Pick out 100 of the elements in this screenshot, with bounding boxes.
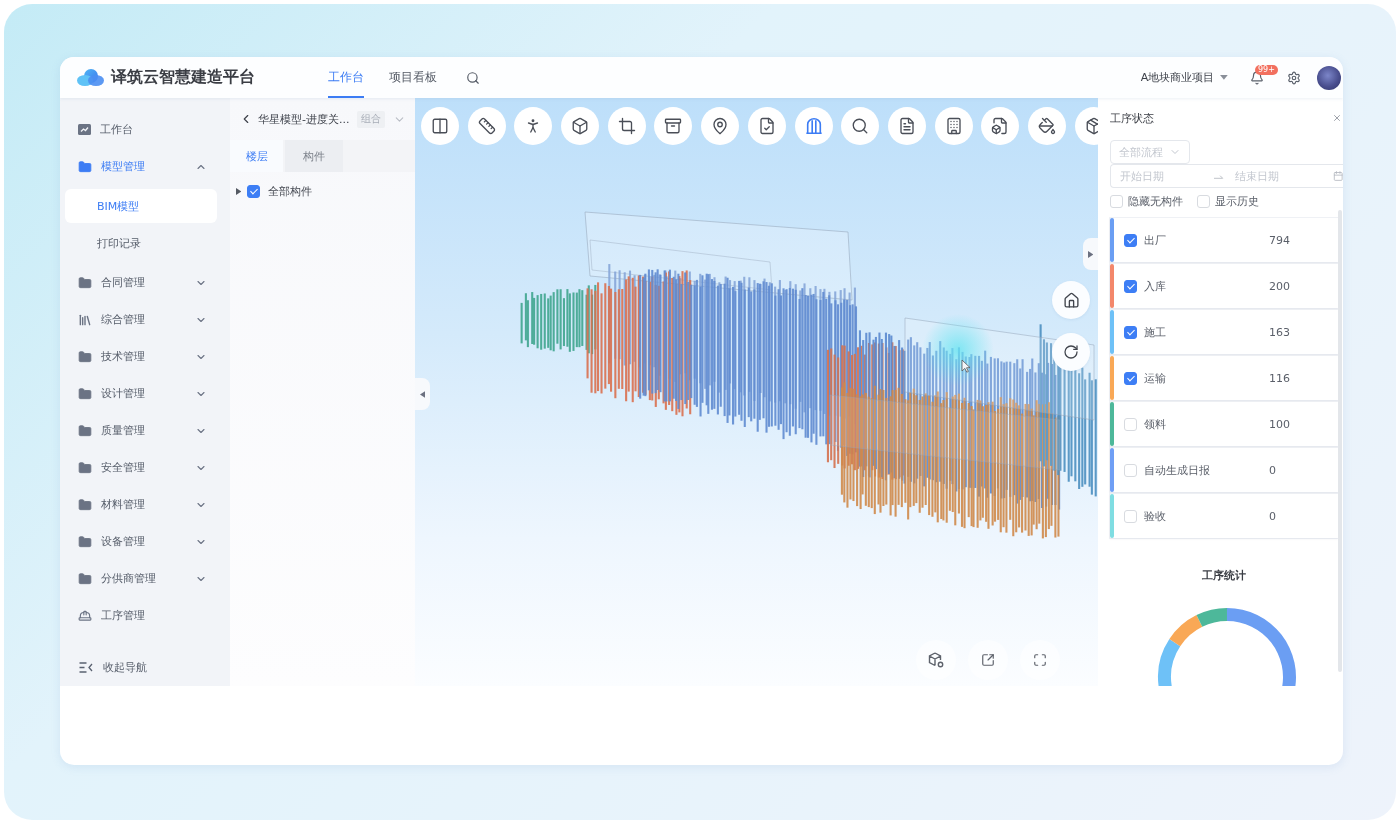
caret-right-icon[interactable] <box>236 187 242 195</box>
tab[interactable]: 构件 <box>285 140 343 172</box>
folder-icon <box>78 571 92 586</box>
expand-handle[interactable] <box>1083 238 1098 270</box>
tool-button[interactable] <box>841 107 880 145</box>
pointer-icon <box>961 359 971 373</box>
status-label: 施工 <box>1144 324 1167 340</box>
arch-icon <box>804 117 823 135</box>
search-icon[interactable] <box>466 70 480 85</box>
checkbox[interactable] <box>247 184 261 198</box>
document-icon <box>897 117 916 135</box>
folder-icon <box>78 159 92 174</box>
nav-item[interactable]: 工序管理 <box>60 597 230 634</box>
status-label: 出厂 <box>1144 232 1167 248</box>
tool-button[interactable] <box>887 107 926 145</box>
cube-gear-icon <box>928 652 944 668</box>
folder-icon <box>78 275 92 290</box>
tool-button[interactable] <box>1027 107 1066 145</box>
status-count: 116 <box>1269 371 1290 385</box>
nav-item[interactable]: 质量管理 <box>60 412 230 449</box>
tool-button[interactable] <box>701 107 740 145</box>
nav-subitem[interactable]: BIM模型 <box>65 189 217 223</box>
cube-icon <box>571 117 590 135</box>
checkbox[interactable] <box>1124 279 1137 293</box>
nav-tab[interactable]: 项目看板 <box>389 57 437 98</box>
collapse-handle[interactable] <box>415 378 430 410</box>
caret-right-icon <box>1087 250 1094 258</box>
status-count: 0 <box>1269 509 1276 523</box>
close-icon[interactable] <box>1332 113 1342 123</box>
building-icon <box>944 117 963 135</box>
tab[interactable]: 楼层 <box>230 140 283 172</box>
split-square-icon <box>431 117 449 135</box>
panel-title: 工序状态 <box>1110 110 1154 126</box>
mode-label: 组合 <box>357 110 386 128</box>
tool-button[interactable] <box>794 107 833 145</box>
dashboard-icon <box>78 124 91 135</box>
tool-button[interactable] <box>607 107 646 145</box>
avatar[interactable] <box>1317 65 1341 90</box>
file-box-icon <box>991 117 1010 135</box>
checkbox[interactable] <box>1124 325 1137 339</box>
nav-item[interactable]: 技术管理 <box>60 338 230 375</box>
status-label: 入库 <box>1144 278 1167 294</box>
nav-item[interactable]: 设备管理 <box>60 523 230 560</box>
nav-item[interactable]: 分供商管理 <box>60 560 230 597</box>
folder-icon <box>78 460 92 475</box>
nav-item[interactable]: 材料管理 <box>60 486 230 523</box>
collapse-menu-icon <box>79 661 93 673</box>
package-icon <box>1084 117 1098 135</box>
caret-left-icon <box>419 390 426 398</box>
cloud-logo-icon <box>77 69 104 86</box>
status-count: 0 <box>1269 463 1276 477</box>
tree-item-label[interactable]: 全部构件 <box>268 183 313 199</box>
nav-subitem[interactable]: 打印记录 <box>65 226 217 260</box>
folder-icon <box>78 534 92 549</box>
status-count: 794 <box>1269 233 1290 247</box>
rotate-icon <box>1063 344 1079 360</box>
tool-button[interactable] <box>981 107 1020 145</box>
nav-item[interactable]: 安全管理 <box>60 449 230 486</box>
nav-item[interactable]: 综合管理 <box>60 301 230 338</box>
nav-item[interactable]: 模型管理 <box>60 148 230 185</box>
status-label: 自动生成日报 <box>1144 462 1211 478</box>
folder-icon <box>78 423 92 438</box>
tool-button[interactable] <box>934 107 973 145</box>
file-check-icon <box>757 117 776 135</box>
checkbox[interactable] <box>1124 233 1137 247</box>
nav-item[interactable]: 设计管理 <box>60 375 230 412</box>
status-count: 100 <box>1269 417 1290 431</box>
search-icon <box>851 117 870 135</box>
reset-view-button[interactable] <box>1052 333 1090 371</box>
notification-badge: 99+ <box>1255 64 1278 75</box>
project-select[interactable]: A地块商业项目 <box>1140 70 1228 85</box>
tool-button[interactable] <box>514 107 553 145</box>
model-title: 华星模型-进度关... <box>258 111 350 127</box>
home-icon <box>1062 291 1080 309</box>
books-icon <box>78 312 92 327</box>
map-pin-icon <box>711 117 730 135</box>
chart-title: 工序统计 <box>1201 568 1246 584</box>
folder-icon <box>78 497 92 512</box>
status-label: 验收 <box>1144 508 1167 524</box>
tool-button[interactable] <box>747 107 786 145</box>
nav-item[interactable]: 工作台 <box>60 111 230 148</box>
status-label: 运输 <box>1144 370 1167 386</box>
hard-hat-icon <box>78 608 92 623</box>
home-button[interactable] <box>1052 281 1090 319</box>
crop-icon <box>617 117 636 135</box>
checkbox-label[interactable]: 隐藏无构件 <box>1128 193 1183 209</box>
ruler-icon <box>477 117 496 135</box>
paint-bucket-icon <box>1037 117 1056 135</box>
bell-icon[interactable] <box>1250 70 1264 85</box>
tool-button[interactable] <box>561 107 600 145</box>
folder-icon <box>78 349 92 364</box>
checkbox-label[interactable]: 显示历史 <box>1215 193 1259 209</box>
tool-button[interactable] <box>654 107 693 145</box>
external-link-icon <box>981 653 995 667</box>
settings-icon[interactable] <box>1287 70 1301 85</box>
nav-item[interactable]: 合同管理 <box>60 264 230 301</box>
tool-button[interactable] <box>467 107 506 145</box>
archive-box-icon <box>664 117 683 135</box>
checkbox[interactable] <box>1124 371 1137 385</box>
tool-button[interactable] <box>421 107 459 145</box>
